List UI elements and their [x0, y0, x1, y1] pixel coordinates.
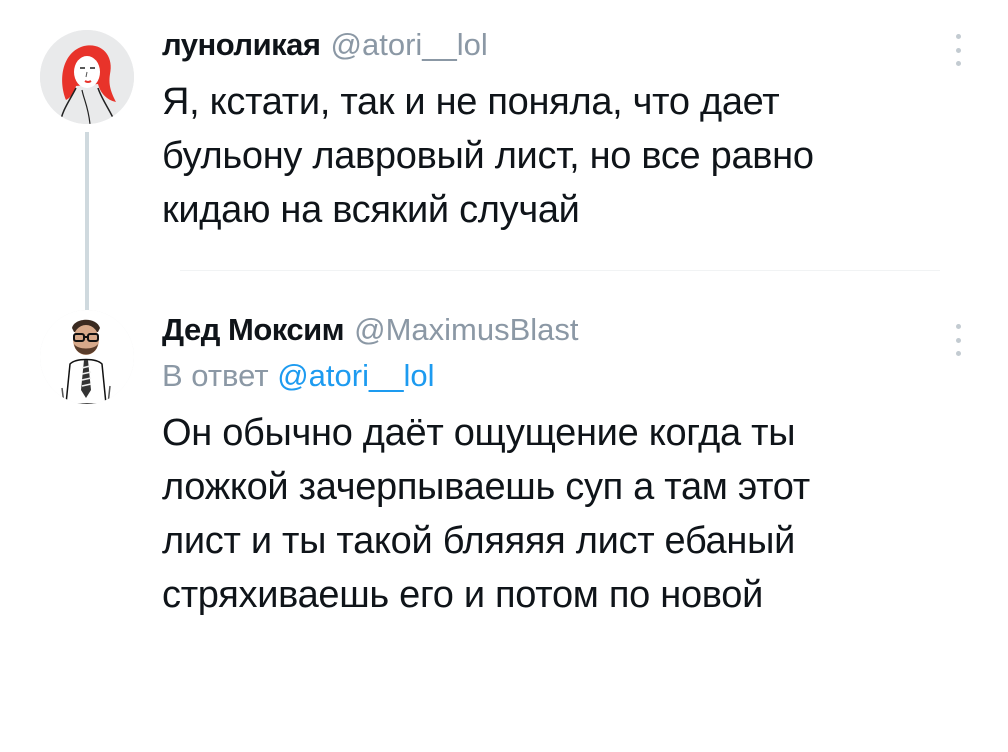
tweet-text-line: Он обычно даёт ощущение когда ты: [162, 412, 796, 454]
man-in-suit-avatar-icon: [40, 310, 134, 404]
tweet-text-line: стряхиваешь его и потом по новой: [162, 574, 763, 616]
author-name[interactable]: луноликая: [162, 27, 321, 62]
tweet-text-line: бульону лавровый лист, но все равно: [162, 135, 814, 177]
tweet-text-line: кидаю на всякий случай: [162, 189, 580, 231]
more-options-icon[interactable]: [946, 30, 970, 70]
author-handle[interactable]: @atori__lol: [331, 27, 488, 62]
tweet-header: Дед Моксим @MaximusBlast: [162, 310, 942, 350]
reply-to-handle-link[interactable]: @atori__lol: [277, 358, 434, 393]
tweet-header: луноликая @atori__lol: [162, 25, 942, 65]
avatar[interactable]: [40, 310, 134, 404]
author-handle[interactable]: @MaximusBlast: [354, 312, 578, 347]
tweet-text: Он обычно даёт ощущение когда ты ложкой …: [162, 406, 942, 622]
divider: [180, 270, 940, 271]
tweet-text-line: Я, кстати, так и не поняла, что дает: [162, 81, 780, 123]
tweet-body: Дед Моксим @MaximusBlast В ответ @atori__…: [162, 310, 942, 622]
thread-connector-line: [85, 132, 89, 310]
reply-prefix: В ответ: [162, 358, 269, 393]
reply-context: В ответ @atori__lol: [162, 356, 942, 396]
tweet-body: луноликая @atori__lol Я, кстати, так и не…: [162, 25, 942, 237]
tweet-original[interactable]: луноликая @atori__lol Я, кстати, так и не…: [0, 0, 1008, 310]
red-haired-woman-avatar-icon: [40, 30, 134, 124]
tweet-reply[interactable]: Дед Моксим @MaximusBlast В ответ @atori__…: [0, 290, 1008, 752]
tweet-text-line: ложкой зачерпываешь суп а там этот: [162, 466, 810, 508]
author-name[interactable]: Дед Моксим: [162, 312, 345, 347]
avatar[interactable]: [40, 30, 134, 124]
tweet-text: Я, кстати, так и не поняла, что дает бул…: [162, 75, 942, 237]
more-options-icon[interactable]: [946, 320, 970, 360]
tweet-text-line: лист и ты такой бляяяя лист ебаный: [162, 520, 796, 562]
